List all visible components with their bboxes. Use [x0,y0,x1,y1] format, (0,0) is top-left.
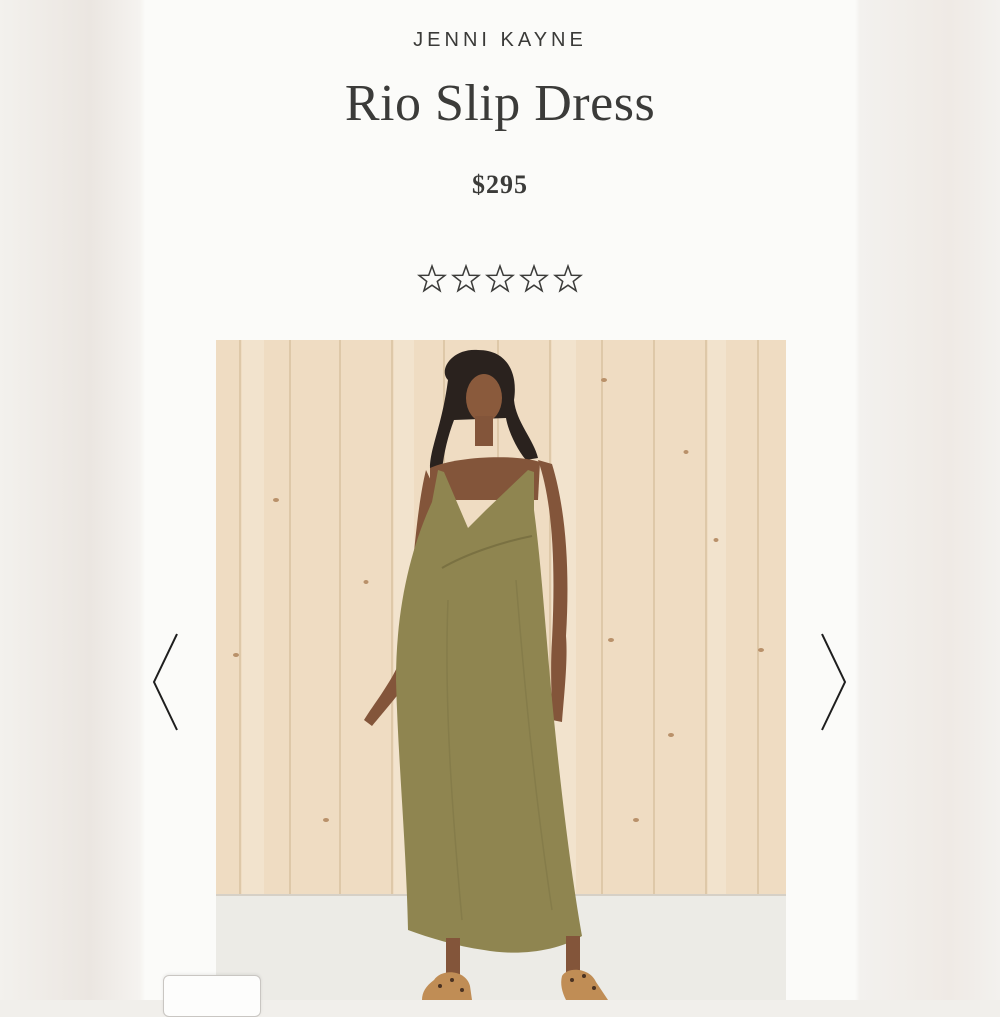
star-icon[interactable] [519,264,549,294]
product-title: Rio Slip Dress [344,75,656,132]
star-icon[interactable] [451,264,481,294]
product-image[interactable] [216,340,786,1000]
star-icon[interactable] [553,264,583,294]
chevron-left-icon[interactable] [150,632,180,732]
chevron-right-icon[interactable] [819,632,849,732]
star-icon[interactable] [485,264,515,294]
bottom-tab-button[interactable] [163,975,261,1017]
brand-name[interactable]: JENNI KAYNE [0,29,1000,52]
product-photo [216,340,786,1000]
star-icon[interactable] [417,264,447,294]
product-price: $295 [472,170,528,199]
rating-stars[interactable] [0,264,1000,294]
